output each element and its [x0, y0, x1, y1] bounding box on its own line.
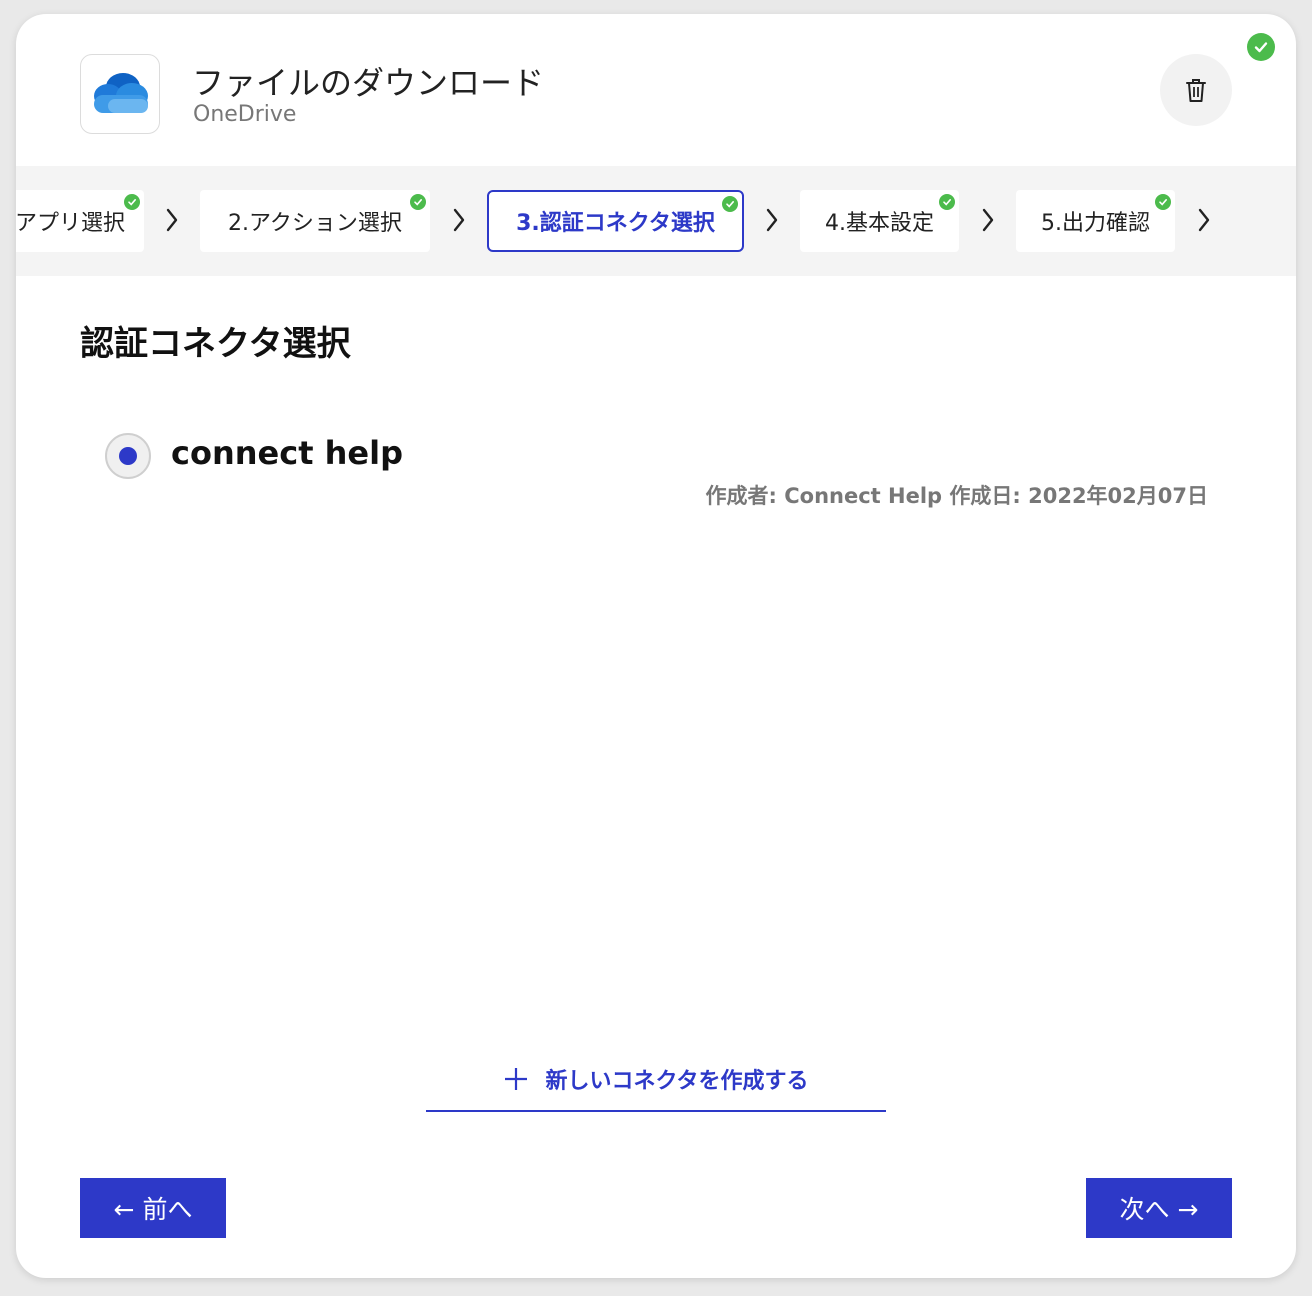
prev-button[interactable]: ← 前へ — [80, 1178, 226, 1238]
app-name: OneDrive — [193, 102, 297, 127]
check-circle-icon — [1247, 33, 1275, 61]
chevron-right-icon — [766, 208, 778, 232]
step-app-select[interactable]: アプリ選択 — [16, 190, 144, 252]
check-icon — [722, 196, 738, 212]
connector-name[interactable]: connect help — [171, 434, 403, 472]
radio-selected-dot — [119, 447, 137, 465]
page-title: ファイルのダウンロード — [192, 64, 545, 102]
step-label: 4.基本設定 — [825, 211, 934, 236]
check-icon — [124, 194, 140, 210]
chevron-right-icon — [166, 208, 178, 232]
check-icon — [1155, 194, 1171, 210]
step-label: 3.認証コネクタ選択 — [516, 211, 715, 236]
step-label: 5.出力確認 — [1041, 211, 1150, 236]
check-icon — [939, 194, 955, 210]
connector-dialog: ファイルのダウンロード OneDrive アプリ選択 2.アクション選択 3.認… — [16, 14, 1296, 1278]
delete-button[interactable] — [1160, 54, 1232, 126]
chevron-right-icon — [982, 208, 994, 232]
check-icon — [410, 194, 426, 210]
step-navigation: アプリ選択 2.アクション選択 3.認証コネクタ選択 4.基本設定 5.出力確認 — [16, 166, 1296, 276]
connector-meta: 作成者: Connect Help 作成日: 2022年02月07日 — [705, 484, 1208, 508]
plus-icon — [505, 1068, 528, 1090]
connector-radio[interactable] — [105, 433, 151, 479]
next-button[interactable]: 次へ → — [1086, 1178, 1232, 1238]
step-output-check[interactable]: 5.出力確認 — [1016, 190, 1175, 252]
step-connector-select[interactable]: 3.認証コネクタ選択 — [487, 190, 744, 252]
chevron-right-icon — [453, 208, 465, 232]
chevron-right-icon — [1198, 208, 1210, 232]
step-label: アプリ選択 — [16, 211, 125, 236]
dialog-header: ファイルのダウンロード OneDrive — [16, 14, 1296, 166]
trash-icon — [1186, 79, 1206, 102]
section-title: 認証コネクタ選択 — [80, 324, 351, 364]
step-label: 2.アクション選択 — [228, 211, 402, 236]
step-action-select[interactable]: 2.アクション選択 — [200, 190, 430, 252]
step-basic-settings[interactable]: 4.基本設定 — [800, 190, 959, 252]
onedrive-cloud-icon — [80, 54, 160, 134]
create-connector-label: 新しいコネクタを作成する — [545, 1069, 809, 1094]
create-connector-button[interactable]: 新しいコネクタを作成する — [426, 1048, 886, 1112]
